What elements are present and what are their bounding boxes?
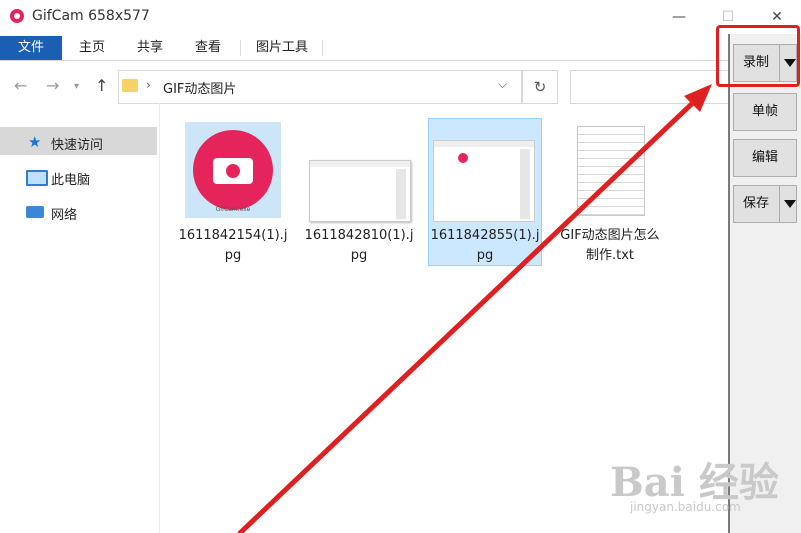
baidu-watermark-url: jingyan.baidu.com [630,500,741,514]
